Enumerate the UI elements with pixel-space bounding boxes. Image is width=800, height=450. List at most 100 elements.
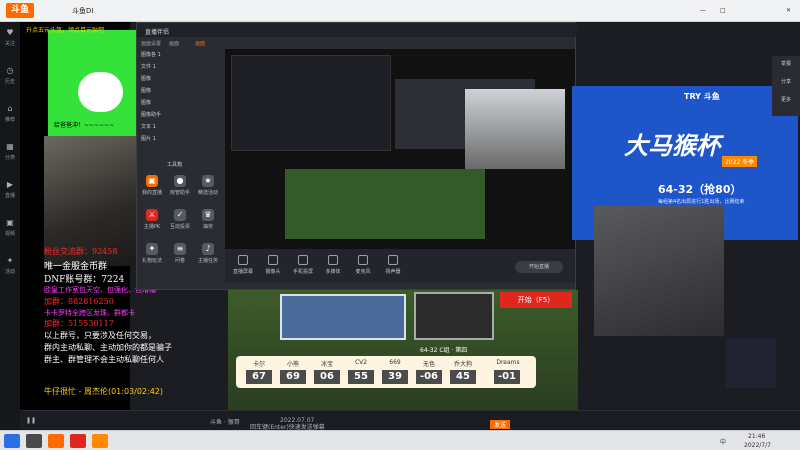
- grid-icon[interactable]: ▦: [3, 142, 17, 152]
- tool-survey[interactable]: ≡ 问卷: [167, 241, 193, 267]
- mascot-image: [78, 72, 123, 112]
- tab-screen-active[interactable]: 画面: [195, 40, 205, 47]
- layer-item[interactable]: 图像助手: [141, 111, 221, 122]
- window-icon: [328, 255, 338, 265]
- banner-brand: TRY 斗鱼: [684, 92, 720, 101]
- score-bar: 卡尔 小熊 冰宝 CV2 669 无色 乔大狗 Dreams 67 69 06 …: [236, 356, 536, 388]
- taskbar: 中 21:46 2022/7/7: [0, 430, 800, 450]
- tool-label: 互动投票: [169, 224, 190, 230]
- close-button[interactable]: ✕: [786, 7, 791, 14]
- share-button[interactable]: 分享: [774, 78, 798, 85]
- tool-label: 抽奖: [202, 224, 213, 230]
- tool-label: 精选活动: [197, 190, 218, 196]
- game-start-button[interactable]: 开始（F5）: [500, 292, 572, 308]
- tool-pk[interactable]: ⚔ 主播PK: [139, 207, 165, 233]
- douyu-app-icon[interactable]: [48, 434, 64, 448]
- report-button[interactable]: 举报: [774, 60, 798, 67]
- layer-item[interactable]: 文本 1: [141, 123, 221, 134]
- camera-icon: [268, 255, 278, 265]
- btool-media[interactable]: 多媒体: [319, 255, 347, 275]
- gift-icon: ✦: [146, 243, 158, 255]
- tool-events[interactable]: ★ 精选活动: [195, 173, 221, 199]
- ime-indicator[interactable]: 中: [720, 437, 726, 446]
- app-icon[interactable]: [70, 434, 86, 448]
- btool-camera[interactable]: 摄像头: [259, 255, 287, 275]
- stream-top-line: 升点五元头盔，领点目元贴吧: [26, 27, 105, 34]
- btool-phone[interactable]: 手机投屏: [289, 255, 317, 275]
- tool-live[interactable]: ▣ 我的直播: [139, 173, 165, 199]
- video-icon[interactable]: ▣: [3, 218, 17, 228]
- banner-year: 2022 冬季: [722, 156, 758, 167]
- layer-item[interactable]: 图像: [141, 99, 221, 110]
- btool-label: 多媒体: [325, 269, 341, 275]
- cartoon-overlay: [726, 338, 776, 388]
- btool-mic[interactable]: 麦克风: [349, 255, 377, 275]
- score-header: 小熊: [286, 361, 299, 368]
- tool-draw[interactable]: ♛ 抽奖: [195, 207, 221, 233]
- nav-label-category[interactable]: 分类: [0, 154, 20, 161]
- nav-label-recommend[interactable]: 推荐: [0, 116, 20, 123]
- send-button[interactable]: 发送: [490, 420, 511, 429]
- shout-text: 给爸爸冲！~~~~~~: [54, 122, 115, 129]
- more-button[interactable]: 更多: [774, 96, 798, 103]
- play-icon[interactable]: ▶: [3, 180, 17, 190]
- score-header: CV2: [354, 359, 368, 366]
- heart-icon[interactable]: ♥: [3, 28, 17, 38]
- score-header: 乔大狗: [453, 361, 472, 368]
- obs-header: 直播伴侣: [137, 23, 577, 37]
- obs-bottom-toolbar: 直播屏幕 摄像头 手机投屏 多媒体 麦克风 扬声器 开始直播: [225, 249, 575, 283]
- preview-webcam: [465, 89, 565, 169]
- game-panel: [280, 294, 406, 340]
- nav-label-events[interactable]: 活动: [0, 268, 20, 275]
- start-live-button[interactable]: 开始直播: [515, 261, 563, 273]
- monitor-icon: ▣: [146, 175, 158, 187]
- search-tab[interactable]: 斗鱼DI: [72, 6, 93, 16]
- clock-icon[interactable]: ◷: [3, 66, 17, 76]
- person-icon: ●: [174, 175, 186, 187]
- tool-task[interactable]: ♪ 主播任务: [195, 241, 221, 267]
- nav-label-live[interactable]: 直播: [0, 192, 20, 199]
- btool-screen[interactable]: 直播屏幕: [229, 255, 257, 275]
- min-button[interactable]: —: [700, 7, 706, 14]
- layer-item[interactable]: 图片 1: [141, 135, 221, 146]
- clock-time[interactable]: 21:46: [748, 433, 765, 440]
- gift-icon[interactable]: ✦: [3, 256, 17, 266]
- app-logo: 斗鱼: [6, 3, 34, 18]
- trophy-icon: ♛: [202, 209, 214, 221]
- app-icon[interactable]: [92, 434, 108, 448]
- tool-room[interactable]: ● 房管助手: [167, 173, 193, 199]
- tool-label: 我的直播: [141, 190, 162, 196]
- nested-preview: [231, 55, 391, 151]
- btool-speaker[interactable]: 扬声器: [379, 255, 407, 275]
- tool-label: 礼物玩法: [141, 258, 162, 264]
- nav-label-follow[interactable]: 关注: [0, 40, 20, 47]
- score-value: 55: [348, 370, 374, 384]
- left-sidebar: ♥ 关注 ◷ 历史 ⌂ 推荐 ▦ 分类 ▶ 直播 ▣ 视频 ✦ 活动: [0, 22, 20, 430]
- nav-label-video[interactable]: 视频: [0, 230, 20, 237]
- score-header: 冰宝: [320, 361, 333, 368]
- tool-gift[interactable]: ✦ 礼物玩法: [139, 241, 165, 267]
- layer-item[interactable]: 文件 1: [141, 63, 221, 74]
- warning-line2: 群内主动私聊、主动加你的都是骗子: [44, 343, 172, 352]
- banner-info: 每组第4名出局进行1胜出场，比赛结束: [658, 199, 745, 205]
- layer-item[interactable]: 图像: [141, 87, 221, 98]
- song-line: 牛仔很忙 - 周杰伦(01:03/02:42): [44, 387, 164, 396]
- game-preview: [285, 169, 485, 239]
- layer-item[interactable]: 图像: [141, 75, 221, 86]
- tab-screen[interactable]: 画面: [169, 40, 179, 47]
- clock-date[interactable]: 2022/7/7: [744, 442, 771, 449]
- match-label: 64-32 C组 · 第四: [420, 347, 468, 354]
- nav-label-history[interactable]: 历史: [0, 78, 20, 85]
- app-icon[interactable]: [26, 434, 42, 448]
- max-button[interactable]: □: [720, 7, 726, 14]
- layer-item[interactable]: 图像各 1: [141, 51, 221, 62]
- pk-icon: ⚔: [146, 209, 158, 221]
- pause-icon[interactable]: ❚❚: [26, 417, 36, 424]
- music-icon: ♪: [202, 243, 214, 255]
- start-icon[interactable]: [4, 434, 20, 448]
- tool-vote[interactable]: ✓ 互动投票: [167, 207, 193, 233]
- home-icon[interactable]: ⌂: [3, 104, 17, 114]
- tab-scene[interactable]: 画面设置: [141, 40, 161, 47]
- btool-label: 手机投屏: [292, 269, 313, 275]
- score-value: 06: [314, 370, 340, 384]
